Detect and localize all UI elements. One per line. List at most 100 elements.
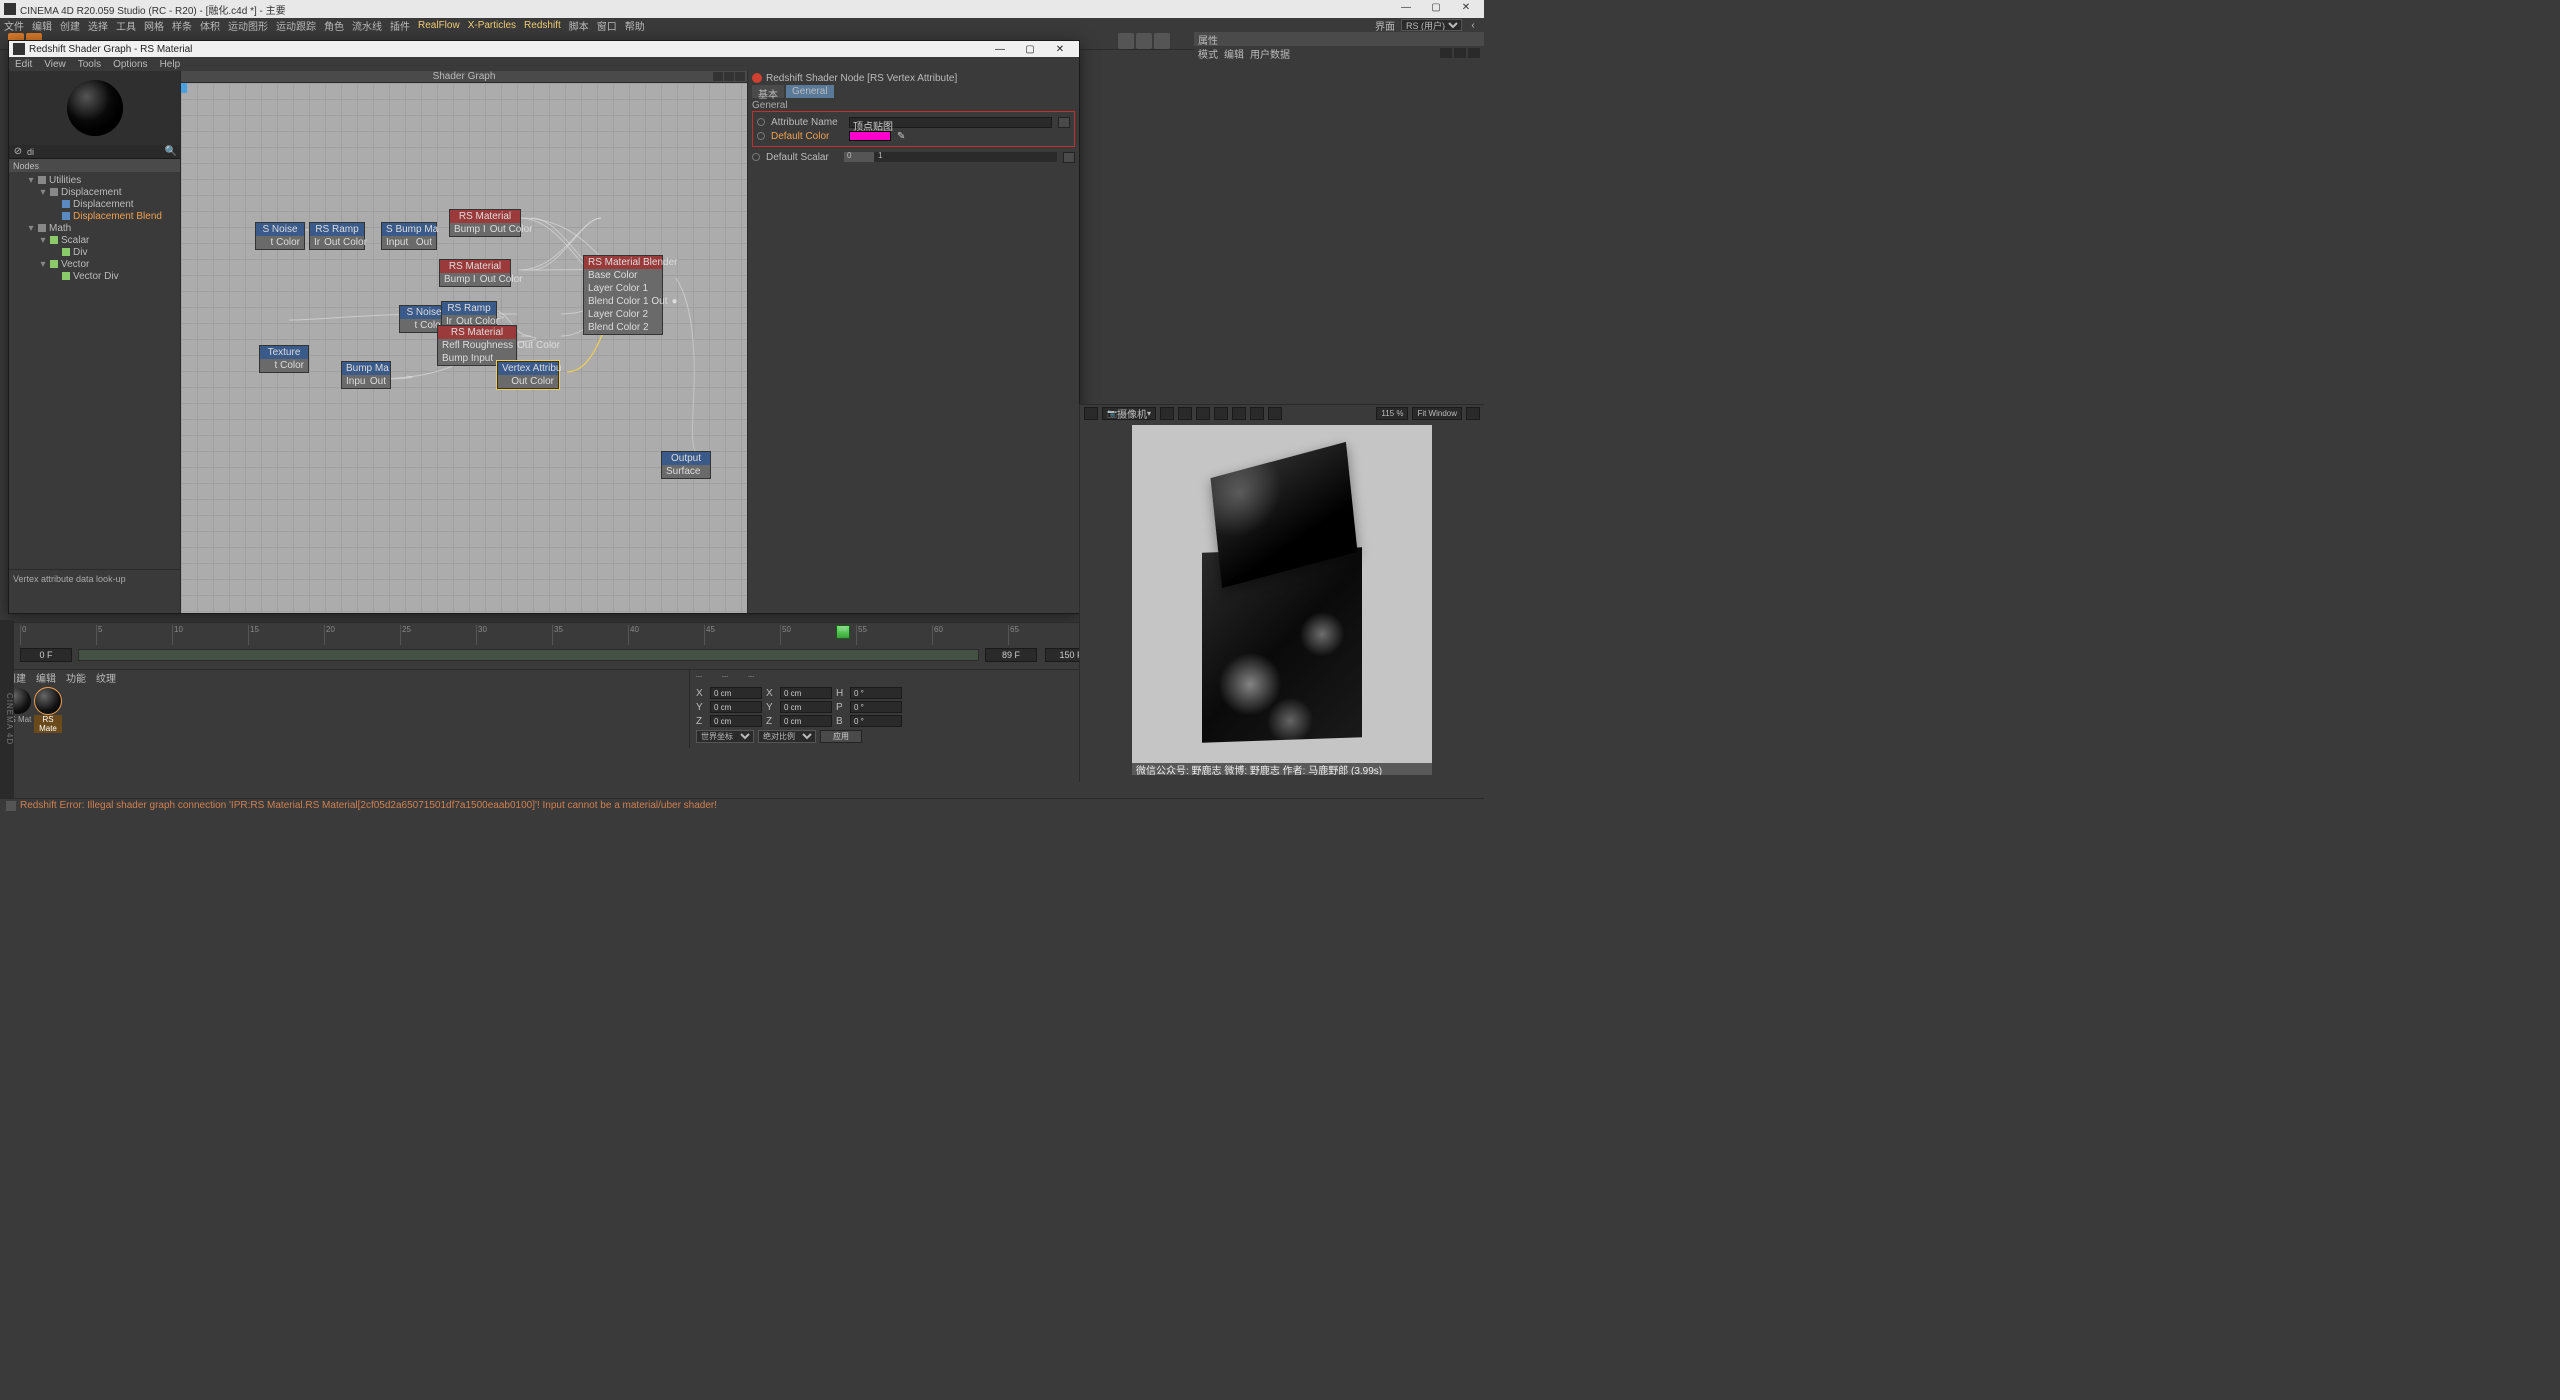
node-rsmaterial-blender[interactable]: RS Material Blender Base Color Layer Col…: [583, 255, 663, 335]
node-bumpmap[interactable]: S Bump MaInputOut: [381, 222, 437, 250]
node-rsmaterial-3[interactable]: RS MaterialRefl RoughnessOut ColorBump I…: [437, 325, 517, 366]
rv-settings-button[interactable]: [1466, 407, 1480, 420]
rv-camera-select[interactable]: 📷 摄像机 ▾: [1102, 407, 1156, 420]
minimize-button[interactable]: —: [1392, 2, 1420, 16]
dialog-title-bar[interactable]: Redshift Shader Graph - RS Material — ▢ …: [9, 41, 1079, 57]
menu-character[interactable]: 角色: [324, 18, 344, 33]
port-connector-icon[interactable]: [757, 118, 765, 126]
menu-tools[interactable]: 工具: [116, 18, 136, 33]
coord-y[interactable]: 0 cm: [710, 701, 762, 713]
tree-math[interactable]: ▾Math: [9, 222, 180, 234]
coord-mode-1[interactable]: 世界坐标: [696, 730, 754, 743]
toolbar-icon[interactable]: [1136, 33, 1152, 49]
tree-vector[interactable]: ▾Vector: [9, 258, 180, 270]
coord-p[interactable]: 0 °: [850, 701, 902, 713]
tab-userdata[interactable]: 用户数据: [1250, 46, 1290, 61]
tab-basic[interactable]: 基本: [752, 85, 784, 98]
dlg-menu-view[interactable]: View: [44, 59, 66, 70]
menu-xparticles[interactable]: X-Particles: [468, 20, 516, 31]
tree-displacement-group[interactable]: ▾Displacement: [9, 186, 180, 198]
menu-window[interactable]: 窗口: [597, 18, 617, 33]
scalar-stepper[interactable]: [1063, 152, 1075, 163]
graph-tool-icon[interactable]: [713, 72, 723, 81]
tree-displacement-blend[interactable]: Displacement Blend: [9, 210, 180, 222]
close-button[interactable]: ✕: [1452, 2, 1480, 16]
menu-help[interactable]: 帮助: [625, 18, 645, 33]
dialog-close-button[interactable]: ✕: [1045, 44, 1075, 55]
tab-mode[interactable]: 模式: [1198, 46, 1218, 61]
rv-lock-button[interactable]: [1160, 407, 1174, 420]
toolbar-icon[interactable]: [1118, 33, 1134, 49]
mat-tab-edit[interactable]: 编辑: [36, 670, 56, 685]
menu-select[interactable]: 选择: [88, 18, 108, 33]
dialog-minimize-button[interactable]: —: [985, 44, 1015, 55]
nav-next-icon[interactable]: [1454, 48, 1466, 58]
layout-prev-icon[interactable]: ‹: [1468, 20, 1478, 30]
mat-tab-tex[interactable]: 纹理: [96, 670, 116, 685]
rv-circle-button[interactable]: [1214, 407, 1228, 420]
attr-name-button[interactable]: [1058, 117, 1070, 128]
dialog-maximize-button[interactable]: ▢: [1015, 44, 1045, 55]
tree-displacement[interactable]: Displacement: [9, 198, 180, 210]
graph-tool-icon[interactable]: [724, 72, 734, 81]
menu-volume[interactable]: 体积: [200, 18, 220, 33]
mat-tab-func[interactable]: 功能: [66, 670, 86, 685]
rv-save-button[interactable]: [1268, 407, 1282, 420]
search-icon[interactable]: 🔍: [166, 147, 176, 157]
tree-scalar[interactable]: ▾Scalar: [9, 234, 180, 246]
layout-select[interactable]: RS (用户): [1401, 19, 1462, 31]
dlg-menu-edit[interactable]: Edit: [15, 59, 32, 70]
rv-grid-button[interactable]: [1178, 407, 1192, 420]
tree-utilities[interactable]: ▾Utilities: [9, 174, 180, 186]
node-vertex-attribute[interactable]: Vertex AttribuOut Color: [497, 361, 559, 389]
dlg-menu-help[interactable]: Help: [160, 59, 181, 70]
node-search-input[interactable]: [27, 147, 162, 157]
node-output[interactable]: OutputSurface: [661, 451, 711, 479]
tab-edit[interactable]: 编辑: [1224, 46, 1244, 61]
eyedropper-icon[interactable]: ✎: [897, 131, 905, 142]
node-rsmaterial-1[interactable]: RS MaterialBump IOut Color: [449, 209, 521, 237]
menu-file[interactable]: 文件: [4, 18, 24, 33]
node-texture[interactable]: Texturet Color: [259, 345, 309, 373]
rv-bucket-button[interactable]: [1196, 407, 1210, 420]
coord-h[interactable]: 0 °: [850, 687, 902, 699]
coord-x[interactable]: 0 cm: [710, 687, 762, 699]
node-tree[interactable]: ▾Utilities ▾Displacement Displacement Di…: [9, 172, 180, 569]
rv-fit-select[interactable]: Fit Window: [1412, 407, 1462, 420]
coord-sx[interactable]: 0 cm: [780, 687, 832, 699]
node-rsramp[interactable]: RS RampIrOut Color: [309, 222, 365, 250]
timeline-playhead[interactable]: 59: [836, 625, 850, 639]
menu-plugins[interactable]: 插件: [390, 18, 410, 33]
coord-b[interactable]: 0 °: [850, 715, 902, 727]
nav-up-icon[interactable]: [1468, 48, 1480, 58]
tab-general[interactable]: General: [786, 85, 834, 98]
rv-snapshot-button[interactable]: [1084, 407, 1098, 420]
dlg-menu-options[interactable]: Options: [113, 59, 147, 70]
menu-mograph[interactable]: 运动图形: [228, 18, 268, 33]
render-canvas[interactable]: 微信公众号: 野鹿志 微博: 野鹿志 作者: 马鹿野郎 (3.99s): [1132, 425, 1432, 775]
port-connector-icon[interactable]: [757, 132, 765, 140]
scalar-slider[interactable]: 0 1: [844, 152, 1057, 162]
end-frame-field[interactable]: 89 F: [985, 648, 1037, 662]
menu-script[interactable]: 脚本: [569, 18, 589, 33]
menu-edit[interactable]: 编辑: [32, 18, 52, 33]
apply-button[interactable]: 应用: [820, 730, 862, 743]
rv-aov-button[interactable]: [1250, 407, 1264, 420]
clear-search-icon[interactable]: ⊘: [13, 147, 23, 157]
coord-mode-2[interactable]: 绝对比例: [758, 730, 816, 743]
menu-spline[interactable]: 样条: [172, 18, 192, 33]
node-rsmaterial-2[interactable]: RS MaterialBump IOut Color: [439, 259, 511, 287]
tree-div[interactable]: Div: [9, 246, 180, 258]
dlg-menu-tools[interactable]: Tools: [78, 59, 101, 70]
node-bumpmap-2[interactable]: Bump MaInpuOut: [341, 361, 391, 389]
menu-create[interactable]: 创建: [60, 18, 80, 33]
coord-sz[interactable]: 0 cm: [780, 715, 832, 727]
node-snoise[interactable]: S Noiset Color: [255, 222, 305, 250]
menu-pipeline[interactable]: 流水线: [352, 18, 382, 33]
rv-region-button[interactable]: [1232, 407, 1246, 420]
toolbar-icon[interactable]: [1154, 33, 1170, 49]
menu-realflow[interactable]: RealFlow: [418, 20, 460, 31]
graph-scrollbar[interactable]: [181, 83, 187, 93]
coord-sy[interactable]: 0 cm: [780, 701, 832, 713]
nav-prev-icon[interactable]: [1440, 48, 1452, 58]
